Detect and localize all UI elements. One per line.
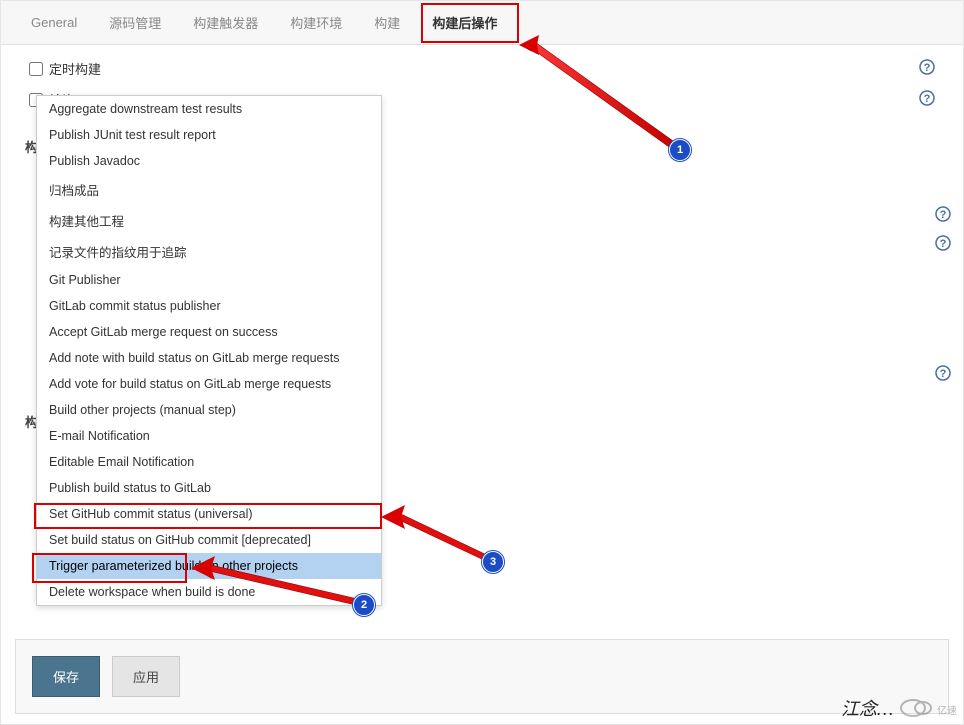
row-timed-build: 定时构建 ? — [21, 53, 943, 84]
menu-item[interactable]: Git Publisher — [37, 267, 381, 293]
svg-text:?: ? — [940, 209, 947, 221]
tab-general[interactable]: General — [15, 7, 93, 38]
help-icon[interactable]: ? — [919, 90, 935, 109]
menu-item[interactable]: 记录文件的指纹用于追踪 — [37, 236, 381, 267]
post-build-actions-menu[interactable]: Aggregate downstream test resultsPublish… — [36, 95, 382, 606]
svg-text:?: ? — [940, 368, 947, 380]
help-icon[interactable]: ? — [935, 235, 951, 254]
menu-item[interactable]: Set GitHub commit status (universal) — [37, 501, 381, 527]
menu-item[interactable]: Set build status on GitHub commit [depre… — [37, 527, 381, 553]
annotation-number-badge: 1 — [669, 139, 691, 161]
apply-button[interactable]: 应用 — [112, 656, 180, 697]
menu-item[interactable]: Delete workspace when build is done — [37, 579, 381, 605]
menu-item[interactable]: Accept GitLab merge request on success — [37, 319, 381, 345]
watermark-text: 江念… — [841, 695, 893, 721]
save-button[interactable]: 保存 — [32, 656, 100, 697]
annotation-arrow — [379, 511, 499, 566]
help-icon[interactable]: ? — [935, 365, 951, 384]
menu-item[interactable]: Add vote for build status on GitLab merg… — [37, 371, 381, 397]
svg-text:?: ? — [924, 62, 931, 74]
tab-post-build-actions[interactable]: 构建后操作 — [416, 5, 513, 40]
help-icon-column: ? ? — [935, 206, 951, 254]
tab-build[interactable]: 构建 — [358, 5, 416, 40]
help-icon[interactable]: ? — [919, 59, 935, 78]
menu-item[interactable]: E-mail Notification — [37, 423, 381, 449]
menu-item[interactable]: Add note with build status on GitLab mer… — [37, 345, 381, 371]
watermark: 江念… 亿速云 — [841, 694, 957, 722]
menu-item[interactable]: Trigger parameterized build on other pro… — [37, 553, 381, 579]
menu-item[interactable]: Publish build status to GitLab — [37, 475, 381, 501]
menu-item[interactable]: Aggregate downstream test results — [37, 96, 381, 122]
config-tabs: General 源码管理 构建触发器 构建环境 构建 构建后操作 — [1, 1, 963, 45]
watermark-logo-icon: 亿速云 — [897, 694, 957, 722]
tab-triggers[interactable]: 构建触发器 — [177, 5, 274, 40]
checkbox-timed-build[interactable] — [29, 62, 43, 76]
menu-item[interactable]: 构建其他工程 — [37, 205, 381, 236]
menu-item[interactable]: Publish Javadoc — [37, 148, 381, 174]
footer-bar: 保存 应用 — [15, 639, 949, 714]
annotation-number-badge: 3 — [482, 551, 504, 573]
label-timed-build: 定时构建 — [49, 59, 101, 78]
svg-text:亿速云: 亿速云 — [937, 704, 957, 717]
help-icon-column: ? — [935, 365, 951, 384]
menu-item[interactable]: Build other projects (manual step) — [37, 397, 381, 423]
svg-text:?: ? — [924, 93, 931, 105]
menu-item[interactable]: Editable Email Notification — [37, 449, 381, 475]
menu-item[interactable]: GitLab commit status publisher — [37, 293, 381, 319]
tab-environment[interactable]: 构建环境 — [274, 5, 358, 40]
help-icon[interactable]: ? — [935, 206, 951, 225]
menu-item[interactable]: 归档成品 — [37, 174, 381, 205]
svg-text:?: ? — [940, 238, 947, 250]
tab-scm[interactable]: 源码管理 — [93, 5, 177, 40]
menu-item[interactable]: Publish JUnit test result report — [37, 122, 381, 148]
jenkins-job-config-panel: General 源码管理 构建触发器 构建环境 构建 构建后操作 定时构建 ? … — [0, 0, 964, 725]
